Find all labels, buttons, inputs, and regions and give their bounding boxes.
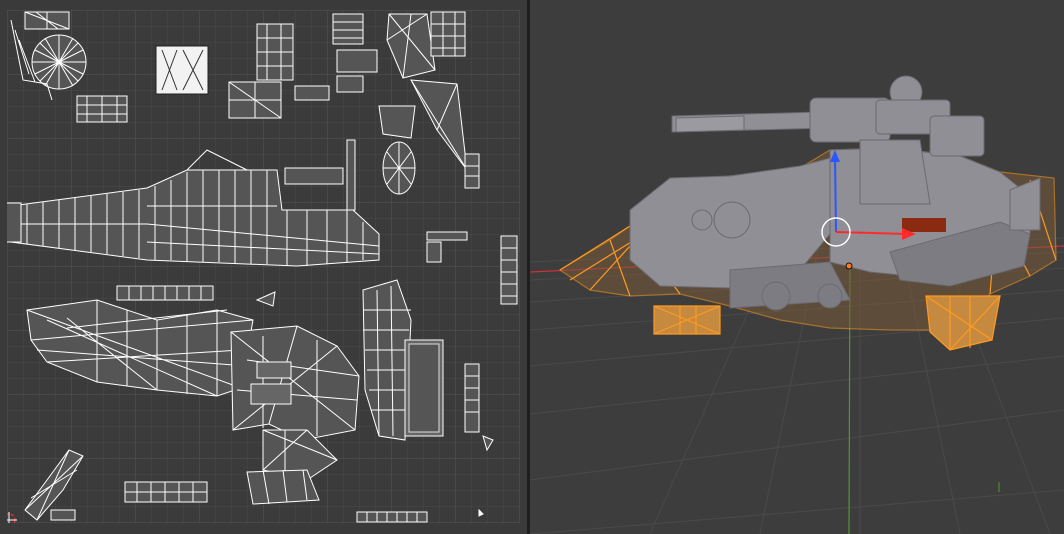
gizmo-z-axis xyxy=(834,155,837,233)
uv-island-circle xyxy=(31,34,87,90)
3d-viewport[interactable] xyxy=(530,0,1064,534)
uv-grid-area[interactable] xyxy=(7,10,520,523)
uv-map-canvas[interactable] xyxy=(7,10,520,523)
tank-model[interactable] xyxy=(558,75,1057,351)
uv-island-box xyxy=(155,45,209,95)
uv-island-small-rect xyxy=(76,95,128,123)
viewport-canvas[interactable] xyxy=(530,0,1064,534)
uv-editor-panel[interactable] xyxy=(0,0,527,534)
object-origin xyxy=(845,262,853,270)
red-block xyxy=(902,218,946,232)
